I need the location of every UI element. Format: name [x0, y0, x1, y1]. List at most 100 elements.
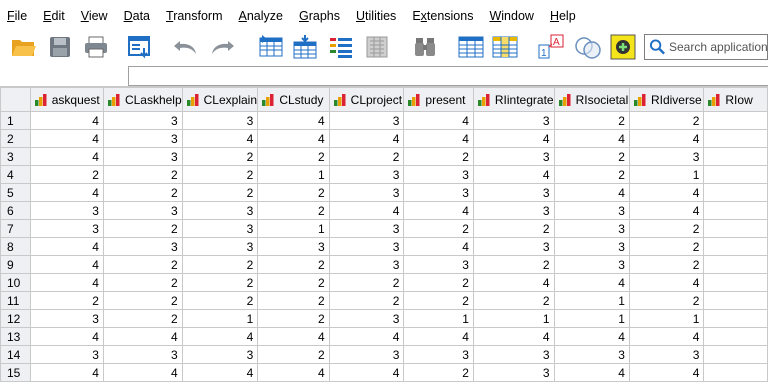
data-cell[interactable]: 3: [403, 183, 474, 202]
data-cell[interactable]: 2: [628, 111, 705, 130]
data-cell[interactable]: [703, 201, 768, 220]
data-cell[interactable]: 3: [102, 345, 183, 364]
data-cell[interactable]: 3: [29, 219, 104, 238]
column-header-ridiverse[interactable]: RIdiverse: [628, 87, 705, 112]
data-cell[interactable]: 2: [472, 255, 555, 274]
data-cell[interactable]: 3: [102, 147, 183, 166]
data-cell[interactable]: 3: [403, 345, 474, 364]
data-cell[interactable]: 3: [328, 237, 405, 256]
find-icon[interactable]: [410, 32, 440, 62]
data-cell[interactable]: [703, 183, 768, 202]
menu-help[interactable]: HelpHelp: [550, 9, 576, 23]
run-descriptives-icon[interactable]: [362, 32, 392, 62]
data-cell[interactable]: 2: [403, 273, 474, 292]
data-cell[interactable]: 3: [403, 165, 474, 184]
data-cell[interactable]: [703, 165, 768, 184]
data-cell[interactable]: 2: [257, 309, 330, 328]
data-cell[interactable]: 4: [472, 165, 555, 184]
data-cell[interactable]: 4: [403, 201, 474, 220]
data-cell[interactable]: 4: [29, 111, 104, 130]
data-cell[interactable]: 2: [181, 165, 259, 184]
column-header-riow[interactable]: RIow: [703, 87, 768, 112]
data-cell[interactable]: 3: [328, 345, 405, 364]
data-cell[interactable]: 2: [181, 183, 259, 202]
data-cell[interactable]: 3: [328, 183, 405, 202]
data-cell[interactable]: 2: [102, 309, 183, 328]
data-cell[interactable]: [703, 147, 768, 166]
data-cell[interactable]: 3: [628, 345, 705, 364]
data-cell[interactable]: 2: [181, 273, 259, 292]
data-cell[interactable]: 2: [102, 165, 183, 184]
data-cell[interactable]: 2: [553, 165, 630, 184]
data-cell[interactable]: 4: [553, 327, 630, 346]
data-cell[interactable]: 4: [403, 237, 474, 256]
data-cell[interactable]: 4: [472, 273, 555, 292]
data-cell[interactable]: 2: [403, 147, 474, 166]
data-cell[interactable]: 3: [29, 345, 104, 364]
data-cell[interactable]: 4: [553, 183, 630, 202]
data-cell[interactable]: 2: [628, 291, 705, 310]
data-cell[interactable]: 3: [102, 129, 183, 148]
data-cell[interactable]: 3: [102, 237, 183, 256]
search-input[interactable]: [669, 40, 767, 54]
dialog-recall-icon[interactable]: [124, 32, 156, 62]
data-cell[interactable]: 1: [628, 309, 705, 328]
menu-utilities[interactable]: UtilitiesUtilities: [356, 9, 396, 23]
data-cell[interactable]: [703, 291, 768, 310]
data-cell[interactable]: 3: [181, 201, 259, 220]
data-cell[interactable]: [703, 255, 768, 274]
data-cell[interactable]: 4: [628, 363, 705, 382]
data-cell[interactable]: 3: [328, 165, 405, 184]
split-file-icon[interactable]: A1: [536, 32, 568, 62]
column-header-present[interactable]: present: [403, 87, 474, 112]
data-cell[interactable]: 3: [472, 237, 555, 256]
data-cell[interactable]: 3: [553, 345, 630, 364]
data-cell[interactable]: 4: [257, 327, 330, 346]
data-cell[interactable]: 3: [553, 255, 630, 274]
variables-icon[interactable]: [326, 32, 356, 62]
data-cell[interactable]: 1: [553, 309, 630, 328]
data-cell[interactable]: 3: [472, 201, 555, 220]
row-header[interactable]: 11: [0, 291, 31, 310]
data-cell[interactable]: 3: [29, 309, 104, 328]
data-cell[interactable]: [703, 309, 768, 328]
data-cell[interactable]: 4: [29, 237, 104, 256]
menu-window[interactable]: WindowWindow: [489, 9, 533, 23]
data-cell[interactable]: 2: [257, 201, 330, 220]
data-cell[interactable]: 2: [403, 291, 474, 310]
data-cell[interactable]: 1: [403, 309, 474, 328]
value-labels-icon[interactable]: [572, 32, 604, 62]
data-cell[interactable]: 2: [628, 219, 705, 238]
data-cell[interactable]: 2: [553, 147, 630, 166]
goto-case-icon[interactable]: [256, 32, 286, 62]
data-cell[interactable]: 1: [257, 165, 330, 184]
column-header-clstudy[interactable]: CLstudy: [257, 87, 330, 112]
column-header-riintegrate[interactable]: RIintegrate: [472, 87, 555, 112]
data-cell[interactable]: 4: [628, 201, 705, 220]
data-cell[interactable]: 3: [181, 111, 259, 130]
data-cell[interactable]: 4: [403, 111, 474, 130]
data-cell[interactable]: 2: [472, 219, 555, 238]
row-header[interactable]: 2: [0, 129, 31, 148]
data-cell[interactable]: 4: [181, 129, 259, 148]
data-cell[interactable]: 2: [257, 183, 330, 202]
data-cell[interactable]: 1: [181, 309, 259, 328]
data-cell[interactable]: 4: [29, 273, 104, 292]
open-icon[interactable]: [8, 32, 40, 62]
data-cell[interactable]: 2: [472, 291, 555, 310]
data-cell[interactable]: 1: [257, 219, 330, 238]
data-cell[interactable]: 2: [553, 111, 630, 130]
data-cell[interactable]: [703, 129, 768, 148]
data-cell[interactable]: 2: [102, 183, 183, 202]
grid-corner[interactable]: [0, 87, 31, 112]
data-cell[interactable]: 3: [29, 201, 104, 220]
data-cell[interactable]: 2: [257, 273, 330, 292]
row-header[interactable]: 9: [0, 255, 31, 274]
row-header[interactable]: 1: [0, 111, 31, 130]
save-icon[interactable]: [44, 32, 76, 62]
search-box[interactable]: [644, 34, 768, 60]
data-cell[interactable]: 2: [29, 165, 104, 184]
data-cell[interactable]: 4: [29, 327, 104, 346]
data-cell[interactable]: 4: [472, 327, 555, 346]
column-header-claskhelp[interactable]: CLaskhelp: [102, 87, 183, 112]
